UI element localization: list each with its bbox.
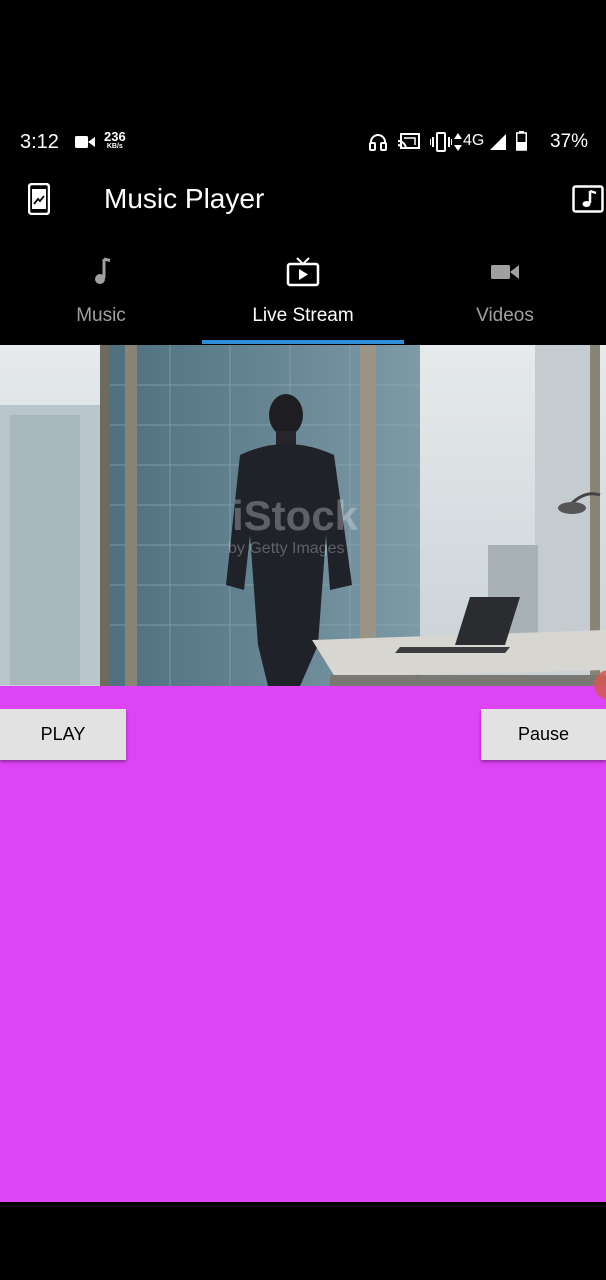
battery-percent: 37% (549, 131, 588, 152)
status-bar: 3:12 236 KB/s 4G 37% (0, 118, 606, 166)
player-controls-area: PLAY Pause (0, 670, 606, 1202)
app-bar: Music Player (0, 168, 606, 232)
phone-icon[interactable] (28, 183, 50, 215)
headphones-icon (369, 134, 387, 151)
status-time: 3:12 (20, 131, 59, 153)
tab-label: Music (76, 305, 126, 326)
status-icons: 4G 37% (368, 130, 588, 154)
data-arrows-icon (454, 133, 462, 151)
watermark: iStock (232, 492, 359, 539)
video-frame: iStock by Getty Images (0, 345, 606, 686)
tab-label: Videos (476, 305, 534, 326)
network-type: 4G (463, 132, 485, 149)
battery-icon (516, 131, 527, 151)
app-title: Music Player (104, 183, 265, 214)
signal-icon (490, 134, 506, 150)
tab-indicator (202, 340, 404, 344)
tv-icon (286, 257, 320, 287)
tab-live-stream[interactable]: Live Stream (202, 250, 404, 345)
videocam-icon (491, 265, 519, 279)
network-speed: 236 KB/s (104, 129, 126, 150)
tab-label: Live Stream (252, 305, 354, 326)
tab-bar: Music Live Stream Videos (0, 250, 606, 345)
tab-music[interactable]: Music (0, 250, 202, 345)
pause-button[interactable]: Pause (481, 709, 606, 760)
vibrate-icon (430, 132, 452, 152)
tab-videos[interactable]: Videos (404, 250, 606, 345)
live-stream-video[interactable]: iStock by Getty Images (0, 345, 606, 686)
music-note-icon (95, 257, 111, 284)
play-button[interactable]: PLAY (0, 709, 126, 760)
watermark-sub: by Getty Images (228, 540, 345, 557)
music-note-icon[interactable] (572, 185, 604, 213)
video-call-icon (75, 136, 95, 148)
cast-icon (398, 133, 420, 150)
